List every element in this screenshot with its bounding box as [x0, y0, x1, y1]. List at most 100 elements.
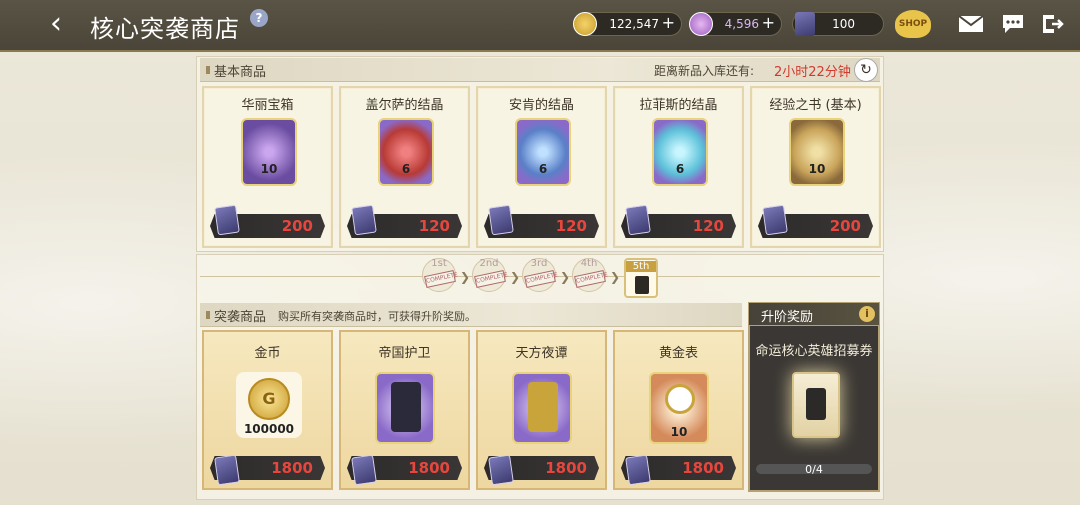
gold-amount: 122,547 [609, 17, 659, 31]
item-qty: 10 [260, 162, 278, 176]
basic-item-card[interactable]: 盖尔萨的结晶 6 120 [339, 86, 470, 248]
item-name: 经验之书 (基本) [769, 98, 862, 113]
stage-5-current: 5th [624, 258, 658, 298]
chevron-right-icon: ❯ [560, 270, 571, 284]
stage-label: 3rd [530, 258, 548, 269]
add-crystal-button[interactable]: + [762, 12, 775, 34]
back-arrow-icon[interactable]: ‹ [50, 9, 78, 40]
add-gold-button[interactable]: + [662, 12, 675, 34]
gold-coin-tile: G 100000 [236, 372, 302, 438]
ticket-currency: 100 [792, 12, 884, 36]
trophy-icon [635, 276, 649, 294]
item-price: 120 [555, 217, 587, 235]
item-qty: 6 [675, 162, 685, 176]
imperial-guard-skin-icon [375, 372, 435, 444]
tier-reward-card[interactable]: 命运核心英雄招募券 0/4 [748, 302, 880, 492]
complete-stamp: COMPLETE [424, 270, 459, 288]
raid-ticket-icon [488, 454, 514, 486]
item-qty: 10 [670, 425, 688, 439]
gold-coin-icon: G [248, 378, 290, 420]
stage-1: 1st COMPLETE [422, 258, 459, 292]
complete-stamp: COMPLETE [474, 270, 509, 288]
item-qty: 6 [401, 162, 411, 176]
refresh-icon[interactable]: ↻ [854, 58, 878, 82]
complete-stamp: COMPLETE [574, 270, 609, 288]
item-price: 1800 [545, 459, 587, 477]
stage-label: 5th [626, 261, 656, 272]
chat-icon[interactable] [1000, 13, 1026, 35]
item-price: 200 [281, 217, 313, 235]
item-name: 黄金表 [658, 346, 698, 361]
mail-icon[interactable] [958, 13, 984, 35]
item-price: 200 [829, 217, 861, 235]
crystal-gem-icon [689, 12, 713, 36]
arabian-nights-skin-icon [512, 372, 572, 444]
basic-item-card[interactable]: 经验之书 (基本) 10 200 [750, 86, 881, 248]
raid-ticket-icon [488, 204, 514, 236]
stage-label: 1st [431, 258, 447, 269]
raid-ticket-icon [351, 454, 377, 486]
raid-item-card[interactable]: 帝国护卫 1800 [339, 330, 470, 490]
item-qty: 100000 [243, 422, 295, 436]
raid-ticket-icon [214, 454, 240, 486]
raid-ticket-icon [214, 204, 240, 236]
reward-progress-text: 0/4 [805, 463, 823, 476]
item-name: 金币 [254, 346, 281, 361]
exit-icon[interactable] [1040, 13, 1066, 35]
item-qty: 10 [808, 162, 826, 176]
item-price: 1800 [682, 459, 724, 477]
raid-item-card[interactable]: 金币 G 100000 1800 [202, 330, 333, 490]
item-price: 120 [692, 217, 724, 235]
reward-name: 命运核心英雄招募券 [755, 344, 873, 359]
raid-goods-header: 突袭商品 购买所有突袭商品时，可获得升阶奖励。 [200, 303, 742, 327]
stage-label: 2nd [479, 258, 499, 269]
raid-goods-hint: 购买所有突袭商品时，可获得升阶奖励。 [278, 310, 476, 323]
top-bar: ‹ 核心突袭商店 ? 122,547 + 4,596 + 100 SHOP [0, 0, 1080, 52]
ticket-amount: 100 [832, 17, 855, 31]
stage-label: 4th [580, 258, 598, 269]
basic-goods-label: 基本商品 [205, 61, 266, 80]
exp-book-icon: 10 [789, 118, 845, 186]
info-icon[interactable]: i [859, 306, 875, 322]
page-title: 核心突袭商店 [90, 15, 240, 43]
item-qty: 6 [538, 162, 548, 176]
raid-ticket-icon [351, 204, 377, 236]
stage-2: 2nd COMPLETE [472, 258, 509, 292]
crystal-amount: 4,596 [724, 17, 759, 31]
restock-label: 距离新品入库还有: [654, 64, 755, 78]
basic-item-card[interactable]: 安肯的结晶 6 120 [476, 86, 607, 248]
gold-currency: 122,547 + [573, 12, 682, 36]
hero-recruit-ticket-icon [792, 372, 840, 438]
chevron-right-icon: ❯ [610, 270, 621, 284]
raid-goods-label: 突袭商品 [205, 306, 266, 325]
raid-ticket-icon [795, 12, 815, 36]
item-price: 1800 [271, 459, 313, 477]
item-name: 盖尔萨的结晶 [365, 98, 444, 113]
help-icon[interactable]: ? [250, 9, 268, 27]
stage-4: 4th COMPLETE [572, 258, 609, 292]
item-name: 帝国护卫 [378, 346, 431, 361]
gold-coin-icon [573, 12, 597, 36]
chevron-right-icon: ❯ [460, 270, 471, 284]
wind-crystal-icon: 6 [652, 118, 708, 186]
raid-item-card[interactable]: 黄金表 10 1800 [613, 330, 744, 490]
tier-reward-header: 升阶奖励 i [748, 302, 880, 326]
stage-3: 3rd COMPLETE [522, 258, 559, 292]
item-price: 1800 [408, 459, 450, 477]
raid-ticket-icon [625, 204, 651, 236]
basic-item-card[interactable]: 华丽宝箱 10 200 [202, 86, 333, 248]
complete-stamp: COMPLETE [524, 270, 559, 288]
treasure-chest-icon: 10 [241, 118, 297, 186]
item-name: 华丽宝箱 [241, 98, 294, 113]
raid-ticket-icon [625, 454, 651, 486]
item-name: 安肯的结晶 [508, 98, 574, 113]
chevron-right-icon: ❯ [510, 270, 521, 284]
basic-goods-header: 基本商品 距离新品入库还有: 2小时22分钟 ↻ [200, 58, 880, 82]
gold-watch-icon: 10 [649, 372, 709, 444]
shop-icon[interactable]: SHOP [895, 10, 931, 38]
fire-crystal-icon: 6 [378, 118, 434, 186]
item-price: 120 [418, 217, 450, 235]
crystal-currency: 4,596 + [689, 12, 782, 36]
basic-item-card[interactable]: 拉菲斯的结晶 6 120 [613, 86, 744, 248]
raid-item-card[interactable]: 天方夜谭 1800 [476, 330, 607, 490]
